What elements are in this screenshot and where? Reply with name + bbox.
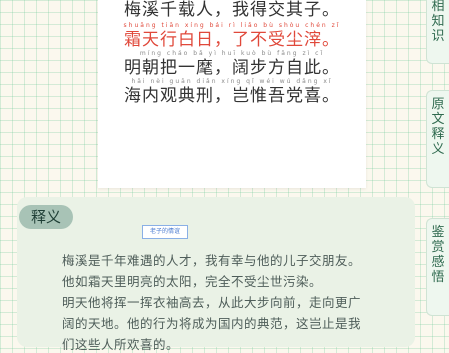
tab-original-meaning-char: 文 — [431, 112, 445, 127]
poem-line-text: 明朝把一麾，阔步方自此。 — [124, 58, 340, 78]
explanation-line: 他如霜天里明亮的太阳，完全不受尘世污染。 — [62, 274, 323, 289]
tab-knowledge-char: 相 — [431, 0, 445, 14]
poem-line-pinyin: shuāng tiān xíng bái rì liǎo bù shòu ché… — [123, 22, 341, 29]
poem-line-pinyin: míng cháo bǎ yì huī kuò bù fāng zì cǐ — [139, 50, 325, 57]
tab-appreciation-char: 赏 — [431, 240, 445, 255]
explanation-line: 明天他将挥一挥衣袖高去，从此大步向前，走向更广 — [62, 295, 362, 310]
stamp-label: 老子的情谊 — [142, 225, 188, 239]
explanation-title-badge: 释义 — [19, 205, 73, 229]
tab-original-meaning-char: 义 — [431, 142, 445, 157]
poem-line: 梅溪千载人，我得交其子。 — [98, 0, 366, 20]
poem-line-text: 海内观典刑，岂惟吾党喜。 — [124, 86, 340, 106]
poem-line-pinyin: hǎi nèi guān diǎn xíng qǐ wéi wú dǎng xǐ — [131, 78, 333, 85]
tab-original-meaning-char: 释 — [431, 127, 445, 142]
poem-line: hǎi nèi guān diǎn xíng qǐ wéi wú dǎng xǐ… — [98, 78, 366, 106]
tab-original-meaning-char: 原 — [431, 97, 445, 112]
tab-knowledge-char: 知 — [431, 14, 445, 29]
side-tab-bar: 相 知 识 原 文 释 义 鉴 赏 感 悟 — [426, 0, 449, 340]
poem-line-text: 梅溪千载人，我得交其子。 — [124, 0, 340, 20]
tab-original-meaning[interactable]: 原 文 释 义 — [426, 90, 449, 188]
poem-line: míng cháo bǎ yì huī kuò bù fāng zì cǐ 明朝… — [98, 50, 366, 78]
tab-appreciation-char: 感 — [431, 255, 445, 270]
tab-appreciation-char: 鉴 — [431, 225, 445, 240]
tab-knowledge[interactable]: 相 知 识 — [426, 0, 449, 64]
tab-appreciation-char: 悟 — [431, 270, 445, 285]
explanation-line: 阔的天地。他的行为将成为国内的典范，这岂止是我 — [62, 316, 362, 331]
tab-knowledge-char: 识 — [431, 29, 445, 44]
tab-appreciation[interactable]: 鉴 赏 感 悟 — [426, 218, 449, 316]
explanation-line: 梅溪是千年难遇的人才，我有幸与他的儿子交朋友。 — [62, 253, 362, 268]
explanation-line: 们这些人所欢喜的。 — [62, 337, 180, 352]
poem-card: 梅溪千载人，我得交其子。 shuāng tiān xíng bái rì liǎ… — [98, 0, 366, 188]
poem-line-text: 霜天行白日，了不受尘滓。 — [124, 30, 340, 50]
poem-line-highlighted: shuāng tiān xíng bái rì liǎo bù shòu ché… — [98, 22, 366, 50]
